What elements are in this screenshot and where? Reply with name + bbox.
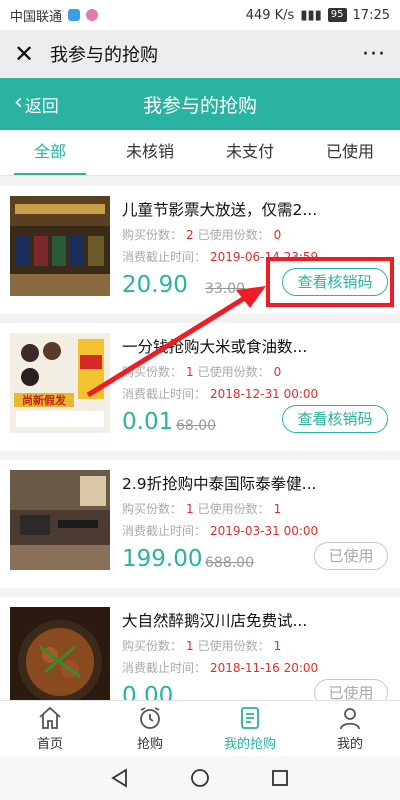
message-icon (68, 9, 81, 21)
tab-used[interactable]: 已使用 (300, 130, 400, 175)
user-icon (340, 708, 360, 730)
page-title: 我参与的抢购 (142, 94, 257, 117)
more-options-button[interactable]: ··· (362, 42, 386, 67)
deal-price: 20.90 (122, 272, 188, 298)
back-button[interactable]: ‹ 返回 (14, 92, 59, 117)
wechat-title-bar: ✕ 我参与的抢购 ··· (0, 30, 400, 78)
nav-home[interactable]: 首页 (0, 701, 100, 756)
nav-flash-sale[interactable]: 抢购 (100, 701, 200, 756)
used-label: 已使用份数： (197, 502, 270, 516)
deal-price: 0.01 (122, 409, 174, 435)
annotation-highlight-box (266, 257, 394, 307)
bought-count: 1 (186, 639, 194, 653)
expire-label: 消费截止时间： (122, 250, 207, 264)
home-icon (39, 706, 61, 729)
wechat-page-title: 我参与的抢购 (50, 45, 158, 66)
quantity-line: 购买份数： 1 已使用份数： 1 (122, 500, 285, 517)
poster-text: 尚新假发 (22, 393, 67, 407)
bought-label: 购买份数： (122, 228, 183, 242)
list-item[interactable]: 大自然醉鹅汉川店免费试... 购买份数： 1 已使用份数： 1 消费截止时间： 2018… (0, 597, 400, 700)
wig-poster-thumbnail: 尚新假发 (10, 333, 110, 433)
nav-flash-sale-label: 抢购 (136, 737, 163, 752)
bought-label: 购买份数： (122, 365, 183, 379)
bottom-nav: 首页 抢购 我的抢购 我的 (0, 700, 400, 756)
status-bar: 中国联通 449 K/s ▮▮▮ 95 17:25 (0, 0, 400, 30)
bought-count: 2 (186, 228, 194, 242)
battery-icon: 95 (327, 8, 347, 22)
braised-goose-thumbnail (10, 607, 110, 700)
original-price: 68.00 (176, 418, 217, 434)
used-label: 已使用份数： (197, 639, 270, 653)
used-count: 0 (273, 228, 282, 242)
bought-count: 1 (186, 502, 194, 516)
nav-profile-label: 我的 (336, 737, 363, 752)
view-redeem-code-button[interactable]: 查看核销码 (282, 405, 388, 433)
quantity-line: 购买份数： 1 已使用份数： 1 (122, 637, 285, 654)
back-triangle-icon[interactable] (108, 766, 132, 790)
nav-home-label: 首页 (36, 737, 63, 752)
quantity-line: 购买份数： 2 已使用份数： 0 (122, 226, 285, 243)
document-icon (241, 707, 259, 729)
tab-unpaid[interactable]: 未支付 (200, 130, 300, 175)
deal-price: 199.00 (122, 546, 203, 572)
list-item[interactable]: 尚新假发 一分钱抢购大米或食油数... 购买份数： 1 已使用份数： 0 消费截止时间… (0, 323, 400, 451)
network-speed: 449 K/s (245, 7, 295, 23)
expire-line: 消费截止时间： 2018-12-31 00:00 (122, 385, 322, 402)
used-status-button[interactable]: 已使用 (314, 679, 388, 700)
used-label: 已使用份数： (197, 365, 270, 379)
signal-icon: ▮▮▮ (300, 7, 322, 23)
gym-thumbnail (10, 470, 110, 570)
tab-all[interactable]: 全部 (0, 130, 100, 175)
alarm-clock-icon (140, 707, 160, 729)
expire-line: 消费截止时间： 2019-03-31 00:00 (122, 522, 322, 539)
original-price: 688.00 (205, 555, 254, 571)
deal-title: 大自然醉鹅汉川店免费试... (122, 612, 308, 630)
used-label: 已使用份数： (197, 228, 270, 242)
expire-time: 2019-03-31 00:00 (210, 524, 319, 538)
close-icon[interactable]: ✕ (14, 40, 44, 68)
list-item[interactable]: 2.9折抢购中泰国际泰拳健... 购买份数： 1 已使用份数： 1 消费截止时间： 20… (0, 460, 400, 588)
cinema-lobby-thumbnail (10, 196, 110, 296)
home-circle-icon[interactable] (188, 766, 212, 790)
tab-unredeemed[interactable]: 未核销 (100, 130, 200, 175)
recents-square-icon[interactable] (268, 766, 292, 790)
quantity-line: 购买份数： 1 已使用份数： 0 (122, 363, 285, 380)
filter-tabs: 全部 未核销 未支付 已使用 (0, 130, 400, 176)
expire-label: 消费截止时间： (122, 661, 207, 675)
bought-label: 购买份数： (122, 639, 183, 653)
chevron-left-icon: ‹ (14, 90, 23, 115)
nav-my-purchases[interactable]: 我的抢购 (200, 701, 300, 756)
original-price: 33.00 (205, 281, 246, 297)
bought-count: 1 (186, 365, 194, 379)
expire-label: 消费截止时间： (122, 387, 207, 401)
nav-profile[interactable]: 我的 (300, 701, 400, 756)
expire-time: 2018-12-31 00:00 (210, 387, 319, 401)
expire-time: 2018-11-16 20:00 (210, 661, 319, 675)
clock-time: 17:25 (352, 7, 390, 23)
used-count: 1 (273, 502, 282, 516)
page-header: ‹ 返回 我参与的抢购 (0, 78, 400, 130)
deal-title: 儿童节影票大放送，仅需2... (122, 201, 318, 219)
nav-my-purchases-label: 我的抢购 (223, 737, 276, 752)
deal-title: 2.9折抢购中泰国际泰拳健... (122, 475, 317, 493)
app-notification-icon (86, 9, 99, 21)
deal-price: 0.00 (122, 683, 174, 700)
carrier-label: 中国联通 (10, 9, 63, 25)
used-status-button[interactable]: 已使用 (314, 542, 388, 570)
expire-line: 消费截止时间： 2018-11-16 20:00 (122, 659, 322, 676)
bought-label: 购买份数： (122, 502, 183, 516)
deal-title: 一分钱抢购大米或食油数... (122, 338, 308, 356)
back-label: 返回 (24, 96, 59, 117)
system-nav-bar (0, 756, 400, 800)
expire-label: 消费截止时间： (122, 524, 207, 538)
used-count: 0 (273, 365, 282, 379)
used-count: 1 (273, 639, 282, 653)
